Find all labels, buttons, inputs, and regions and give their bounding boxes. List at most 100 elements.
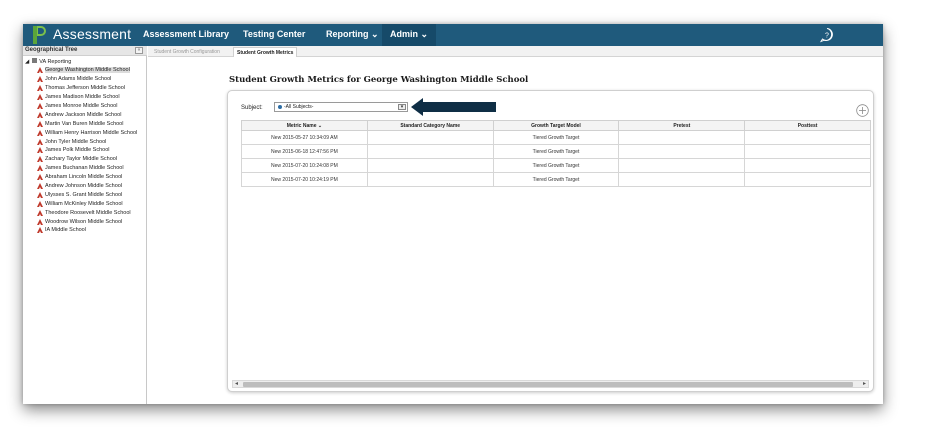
tree-item-school[interactable]: William McKinley Middle School (37, 199, 137, 208)
tree-item-label: Martin Van Buren Middle School (45, 120, 124, 127)
tree-item-school[interactable]: James Madison Middle School (37, 93, 137, 102)
top-navigation-bar: Assessment Assessment Library Testing Ce… (23, 24, 883, 46)
column-header-label: Metric Name (286, 122, 317, 129)
subject-select[interactable]: -All Subjects- ▾ (274, 102, 408, 112)
tree-item-school[interactable]: George Washington Middle School (37, 66, 137, 75)
tab-bar: Student Growth Configuration Student Gro… (148, 46, 883, 57)
annotation-arrow-icon (411, 98, 496, 116)
tree-item-school[interactable]: John Tyler Middle School (37, 137, 137, 146)
nav-admin[interactable]: Admin ⌄ (382, 24, 437, 46)
tab-student-growth-configuration[interactable]: Student Growth Configuration (151, 47, 223, 57)
subject-select-value: -All Subjects- (284, 104, 314, 110)
school-building-icon (37, 191, 43, 198)
tree-item-school[interactable]: Andrew Johnson Middle School (37, 182, 137, 191)
tree-item-label: George Washington Middle School (45, 67, 130, 74)
scroll-right-icon[interactable]: ▸ (863, 381, 866, 388)
tree-item-label: James Madison Middle School (45, 94, 120, 101)
tree-item-school[interactable]: William Henry Harrison Middle School (37, 128, 137, 137)
table-cell (366, 130, 494, 145)
school-building-icon (37, 94, 43, 101)
table-row[interactable]: New 2015-06-18 12:47:56 PM Tiered Growth … (241, 144, 871, 159)
school-building-icon (37, 138, 43, 145)
tree-item-school[interactable]: James Buchanan Middle School (37, 164, 137, 173)
tree-item-label: Abraham Lincoln Middle School (45, 174, 123, 181)
column-header-metric-name[interactable]: Metric Name ⌄ (241, 120, 368, 131)
table-cell (366, 158, 494, 173)
tree-item-school[interactable]: Abraham Lincoln Middle School (37, 173, 137, 182)
nav-assessment-library[interactable]: Assessment Library (143, 29, 229, 39)
page-title: Student Growth Metrics for George Washin… (229, 75, 529, 85)
table-cell (618, 144, 746, 159)
column-header-posttest[interactable]: Posttest (744, 120, 871, 131)
tree-item-school[interactable]: Woodrow Wilson Middle School (37, 217, 137, 226)
table-cell (366, 172, 494, 187)
table-cell: Tiered Growth Target (492, 172, 620, 187)
tree-item-school[interactable]: James Polk Middle School (37, 146, 137, 155)
tree-item-school[interactable]: IA Middle School (37, 226, 137, 235)
tree-item-school[interactable]: John Adams Middle School (37, 75, 137, 84)
school-building-icon (37, 218, 43, 225)
tree-item-label: John Tyler Middle School (45, 138, 107, 145)
question-bubble-icon[interactable]: ? (819, 27, 835, 43)
tree-item-school[interactable]: Zachary Taylor Middle School (37, 155, 137, 164)
tree-item-school[interactable]: James Monroe Middle School (37, 102, 137, 111)
school-list: George Washington Middle School John Adam… (37, 66, 137, 235)
tree-item-label: Thomas Jefferson Middle School (45, 85, 125, 92)
school-building-icon (37, 76, 43, 83)
tree-item-label: James Buchanan Middle School (45, 165, 124, 172)
chevron-down-icon[interactable]: ▾ (398, 104, 406, 110)
school-building-icon (37, 85, 43, 92)
tree-item-label: John Adams Middle School (45, 76, 112, 83)
table-cell (618, 130, 746, 145)
svg-text:?: ? (825, 33, 829, 40)
table-cell (366, 144, 494, 159)
school-building-icon (37, 156, 43, 163)
table-row[interactable]: New 2015-05-27 10:34:09 AM Tiered Growth … (241, 130, 871, 145)
table-cell (618, 172, 746, 187)
tree-item-label: James Monroe Middle School (45, 103, 118, 109)
nav-reporting[interactable]: Reporting ⌄ (326, 29, 379, 40)
table-row[interactable]: New 2015-07-20 10:24:19 PM Tiered Growth … (241, 172, 871, 187)
table-body: New 2015-05-27 10:34:09 AM Tiered Growth … (241, 130, 871, 187)
tree-item-label: Andrew Jackson Middle School (45, 111, 122, 118)
table-cell: New 2015-06-18 12:47:56 PM (241, 144, 368, 159)
horizontal-scrollbar[interactable]: ◂ ▸ (232, 380, 869, 388)
app-window: Assessment Assessment Library Testing Ce… (23, 24, 883, 404)
column-header-pretest[interactable]: Pretest (618, 120, 746, 131)
table-header-row: Metric Name ⌄ Standard Category Name Gro… (241, 120, 871, 131)
tree-item-label: James Polk Middle School (45, 147, 110, 154)
column-header-standard-category[interactable]: Standard Category Name (366, 120, 494, 131)
tree-item-school[interactable]: Martin Van Buren Middle School (37, 119, 137, 128)
sort-indicator-icon: ⌄ (317, 122, 323, 129)
school-building-icon (37, 165, 43, 172)
tree-panel-header: Geographical Tree « (23, 46, 147, 56)
table-row[interactable]: New 2015-07-20 10:24:08 PM Tiered Growth … (241, 158, 871, 173)
table-cell (744, 172, 871, 187)
tree-item-label: IA Middle School (45, 227, 86, 234)
column-header-growth-target-model[interactable]: Growth Target Model (492, 120, 620, 131)
metrics-card: Subject: -All Subjects- ▾ Metric Name ⌄ … (227, 90, 874, 392)
table-cell: New 2015-07-20 10:24:08 PM (241, 158, 368, 173)
school-building-icon (37, 209, 43, 216)
metrics-table: Metric Name ⌄ Standard Category Name Gro… (241, 120, 871, 187)
table-cell (744, 130, 871, 145)
table-cell: Tiered Growth Target (492, 144, 620, 159)
collapse-panel-button[interactable]: « (135, 47, 143, 54)
geographical-tree-panel: Geographical Tree « ◢ VA Reporting Georg… (23, 46, 147, 404)
scrollbar-thumb[interactable] (243, 382, 853, 387)
tree-item-school[interactable]: Andrew Jackson Middle School (37, 110, 137, 119)
app-title: Assessment (53, 26, 132, 42)
table-cell: New 2015-05-27 10:34:09 AM (241, 130, 368, 145)
school-building-icon (37, 174, 43, 181)
add-circle-icon[interactable] (856, 104, 869, 117)
tree-root-node[interactable]: ◢ VA Reporting (25, 58, 71, 65)
scroll-left-icon[interactable]: ◂ (235, 381, 238, 388)
tree-item-label: William McKinley Middle School (45, 200, 123, 207)
tree-item-school[interactable]: Ulysses S. Grant Middle School (37, 190, 137, 199)
expand-arrow-icon[interactable]: ◢ (25, 59, 29, 65)
tree-item-school[interactable]: Theodore Roosevelt Middle School (37, 208, 137, 217)
tab-student-growth-metrics[interactable]: Student Growth Metrics (233, 47, 298, 57)
p-logo-icon (33, 26, 46, 44)
nav-testing-center[interactable]: Testing Center (243, 29, 305, 39)
tree-item-school[interactable]: Thomas Jefferson Middle School (37, 84, 137, 93)
